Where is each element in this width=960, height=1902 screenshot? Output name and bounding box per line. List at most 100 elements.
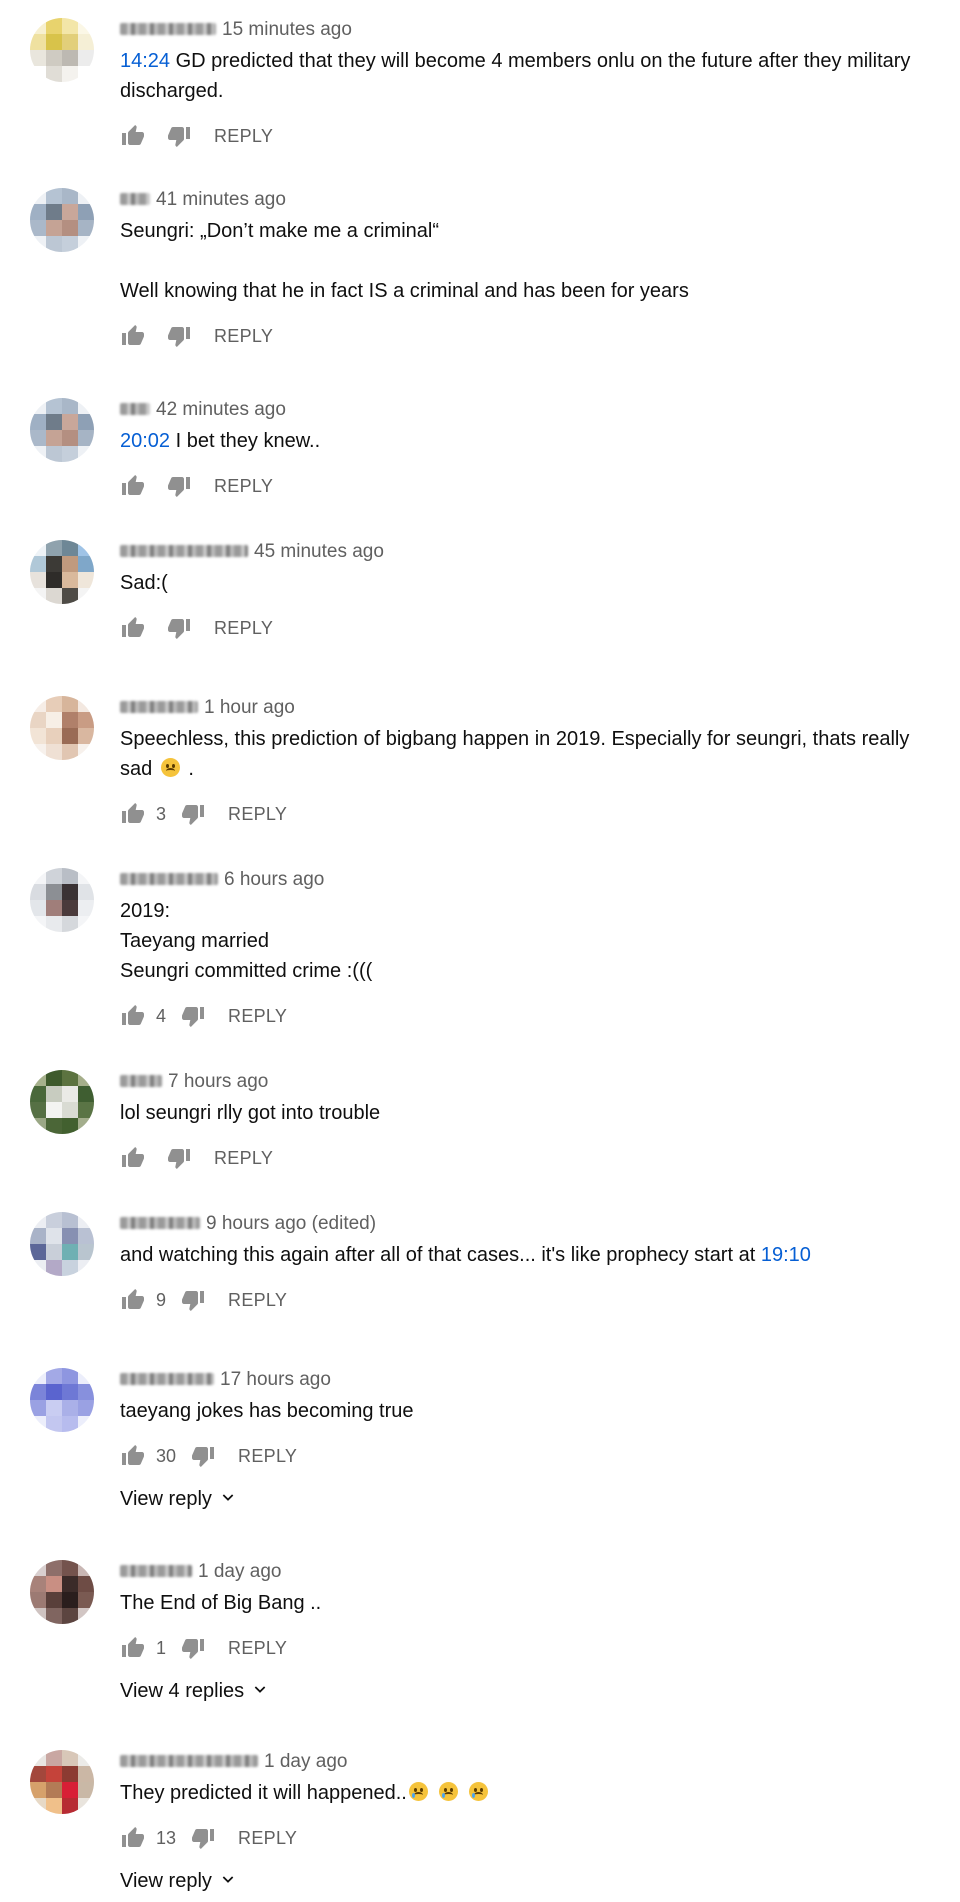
like-count: 4 xyxy=(156,1005,167,1026)
avatar[interactable] xyxy=(30,18,94,82)
thumbs-down-icon[interactable] xyxy=(190,1825,216,1851)
comment-header: 15 minutes ago xyxy=(120,18,352,42)
comment-header: 1 day ago xyxy=(120,1750,347,1774)
comment-line-text: The End of Big Bang .. xyxy=(120,1592,322,1614)
comment-text: The End of Big Bang .. xyxy=(120,1588,920,1618)
avatar[interactable] xyxy=(30,540,94,604)
like-count: 9 xyxy=(156,1289,167,1310)
like-count: 1 xyxy=(156,1637,167,1658)
thumbs-up-icon[interactable] xyxy=(120,1443,146,1469)
author-name-redacted[interactable] xyxy=(120,872,218,885)
comment-line-text: GD predicted that they will become 4 mem… xyxy=(120,50,911,102)
comment-actions: REPLY xyxy=(120,472,273,500)
comment-time[interactable]: 41 minutes ago xyxy=(156,189,286,210)
comment-actions: 9 REPLY xyxy=(120,1286,287,1314)
reply-button[interactable]: REPLY xyxy=(228,1638,287,1659)
view-replies-button[interactable]: View reply xyxy=(120,1488,236,1511)
avatar[interactable] xyxy=(30,398,94,462)
avatar[interactable] xyxy=(30,696,94,760)
comment-time[interactable]: 42 minutes ago xyxy=(156,399,286,420)
thumbs-up-icon[interactable] xyxy=(120,1825,146,1851)
thumbs-down-icon[interactable] xyxy=(180,1003,206,1029)
timestamp-link[interactable]: 20:02 xyxy=(120,430,170,452)
thumbs-up-icon[interactable] xyxy=(120,801,146,827)
comment-line-text: Seungri: „Don’t make me a criminal“ xyxy=(120,220,439,242)
comment-time[interactable]: 1 day ago xyxy=(264,1751,347,1772)
timestamp-link[interactable]: 14:24 xyxy=(120,50,170,72)
author-name-redacted[interactable] xyxy=(120,1216,200,1229)
comment-line: The End of Big Bang .. xyxy=(120,1588,920,1618)
comment-time[interactable]: 1 day ago xyxy=(198,1561,281,1582)
like-count: 13 xyxy=(156,1827,177,1848)
avatar[interactable] xyxy=(30,1212,94,1276)
thumbs-up-icon[interactable] xyxy=(120,1287,146,1313)
author-name-redacted[interactable] xyxy=(120,402,150,415)
thumbs-up-icon[interactable] xyxy=(120,473,146,499)
comment-line-tail: . xyxy=(182,758,194,780)
comment-text: 2019: Taeyang married Seungri committed cr… xyxy=(120,896,920,986)
comment-header: 6 hours ago xyxy=(120,868,324,892)
comment-header: 42 minutes ago xyxy=(120,398,286,422)
thumbs-down-icon[interactable] xyxy=(166,473,192,499)
author-name-redacted[interactable] xyxy=(120,1372,214,1385)
reply-button[interactable]: REPLY xyxy=(238,1446,297,1467)
author-name-redacted[interactable] xyxy=(120,22,216,35)
reply-button[interactable]: REPLY xyxy=(214,1148,273,1169)
comment-time[interactable]: 9 hours ago (edited) xyxy=(206,1213,376,1234)
comment-time[interactable]: 15 minutes ago xyxy=(222,19,352,40)
comment-line: 14:24 GD predicted that they will become… xyxy=(120,46,920,106)
thumbs-up-icon[interactable] xyxy=(120,123,146,149)
thumbs-up-icon[interactable] xyxy=(120,1003,146,1029)
view-replies-button[interactable]: View 4 replies xyxy=(120,1680,268,1703)
comment-time[interactable]: 1 hour ago xyxy=(204,697,295,718)
thumbs-down-icon[interactable] xyxy=(180,801,206,827)
avatar[interactable] xyxy=(30,1368,94,1432)
crying-face-emoji-icon xyxy=(468,1782,488,1801)
comment-line: 20:02 I bet they knew.. xyxy=(120,426,920,456)
thumbs-down-icon[interactable] xyxy=(180,1287,206,1313)
avatar[interactable] xyxy=(30,868,94,932)
thumbs-down-icon[interactable] xyxy=(166,1145,192,1171)
reply-button[interactable]: REPLY xyxy=(228,1006,287,1027)
reply-button[interactable]: REPLY xyxy=(228,1290,287,1311)
comment-time[interactable]: 45 minutes ago xyxy=(254,541,384,562)
comment-text: 20:02 I bet they knew.. xyxy=(120,426,920,456)
view-replies-button[interactable]: View reply xyxy=(120,1870,236,1893)
reply-button[interactable]: REPLY xyxy=(228,804,287,825)
crying-face-emoji-icon xyxy=(438,1782,458,1801)
comment-text: lol seungri rlly got into trouble xyxy=(120,1098,920,1128)
thumbs-down-icon[interactable] xyxy=(166,123,192,149)
comment-time[interactable]: 7 hours ago xyxy=(168,1071,268,1092)
author-name-redacted[interactable] xyxy=(120,1564,192,1577)
comment-actions: REPLY xyxy=(120,122,273,150)
comment-line: Sad:( xyxy=(120,568,920,598)
comment-line-text: I bet they knew.. xyxy=(170,430,321,452)
author-name-redacted[interactable] xyxy=(120,700,198,713)
avatar[interactable] xyxy=(30,188,94,252)
thumbs-up-icon[interactable] xyxy=(120,1145,146,1171)
thumbs-up-icon[interactable] xyxy=(120,615,146,641)
author-name-redacted[interactable] xyxy=(120,192,150,205)
author-name-redacted[interactable] xyxy=(120,544,248,557)
avatar[interactable] xyxy=(30,1070,94,1134)
timestamp-link[interactable]: 19:10 xyxy=(761,1244,811,1266)
reply-button[interactable]: REPLY xyxy=(238,1828,297,1849)
reply-button[interactable]: REPLY xyxy=(214,476,273,497)
thumbs-up-icon[interactable] xyxy=(120,323,146,349)
thumbs-down-icon[interactable] xyxy=(180,1635,206,1661)
avatar[interactable] xyxy=(30,1750,94,1814)
avatar[interactable] xyxy=(30,1560,94,1624)
reply-button[interactable]: REPLY xyxy=(214,326,273,347)
author-name-redacted[interactable] xyxy=(120,1074,162,1087)
author-name-redacted[interactable] xyxy=(120,1754,258,1767)
thumbs-down-icon[interactable] xyxy=(166,323,192,349)
thumbs-down-icon[interactable] xyxy=(166,615,192,641)
comment-text: Sad:( xyxy=(120,568,920,598)
thumbs-up-icon[interactable] xyxy=(120,1635,146,1661)
comment-time[interactable]: 6 hours ago xyxy=(224,869,324,890)
reply-button[interactable]: REPLY xyxy=(214,126,273,147)
comment-time[interactable]: 17 hours ago xyxy=(220,1369,331,1390)
thumbs-down-icon[interactable] xyxy=(190,1443,216,1469)
reply-button[interactable]: REPLY xyxy=(214,618,273,639)
